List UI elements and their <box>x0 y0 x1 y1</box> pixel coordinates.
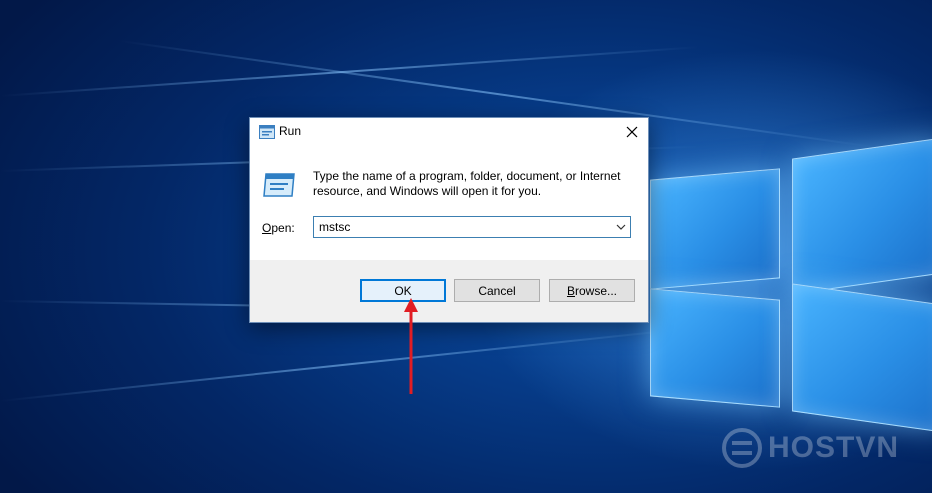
title-bar[interactable]: Run <box>250 118 648 146</box>
hostvn-logo-icon <box>722 428 762 468</box>
open-label-mnemonic: O <box>262 221 272 235</box>
watermark-text: HOSTVN <box>768 431 900 464</box>
desktop-background: HOSTVN Run Type the name of a program, f… <box>0 0 932 493</box>
light-beam <box>0 326 697 402</box>
logo-pane <box>792 283 932 433</box>
annotation-arrow <box>404 298 418 394</box>
windows-logo <box>640 128 932 433</box>
logo-pane <box>792 137 932 295</box>
open-label-text: pen: <box>271 221 295 235</box>
run-icon <box>263 173 295 197</box>
browse-mnemonic: B <box>566 283 575 298</box>
run-dialog: Run Type the name of a program, folder, … <box>249 117 649 323</box>
close-button[interactable] <box>616 118 648 146</box>
dialog-description: Type the name of a program, folder, docu… <box>313 169 621 198</box>
dialog-footer: OK Cancel Browse... <box>250 260 648 322</box>
close-icon <box>626 126 638 138</box>
open-combobox[interactable]: mstsc <box>313 216 631 238</box>
cancel-button[interactable]: Cancel <box>454 279 540 302</box>
open-input[interactable]: mstsc <box>319 220 350 234</box>
browse-button[interactable]: Browse... <box>549 279 635 302</box>
chevron-down-icon[interactable] <box>615 221 627 233</box>
logo-pane <box>650 168 780 290</box>
browse-label: rowse... <box>575 283 618 298</box>
run-icon <box>259 125 275 139</box>
watermark-logo: HOSTVN <box>722 428 899 468</box>
dialog-title: Run <box>279 124 302 138</box>
open-label: Open: <box>262 221 295 235</box>
logo-pane <box>650 288 780 408</box>
